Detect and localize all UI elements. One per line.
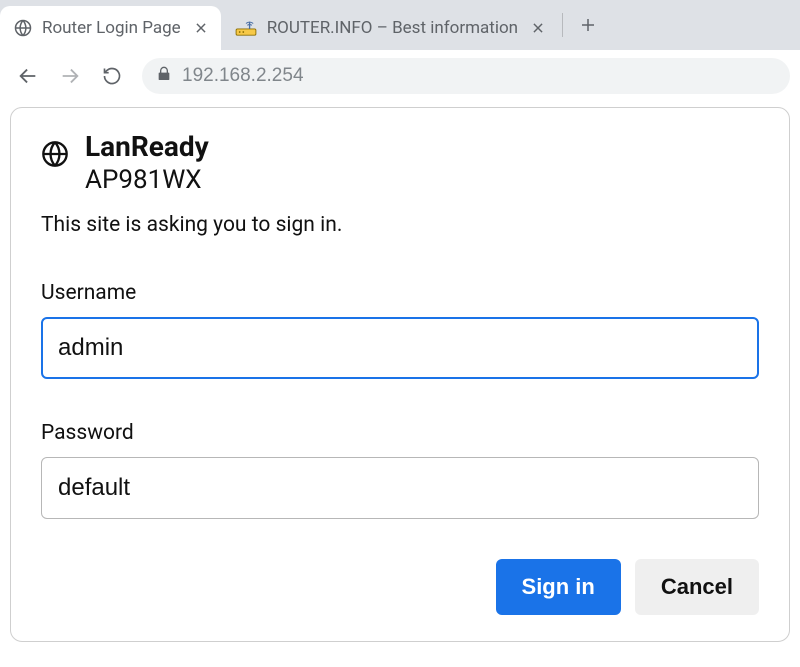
close-icon[interactable] bbox=[191, 18, 211, 38]
tab-title: ROUTER.INFO – Best information bbox=[267, 18, 518, 38]
password-input[interactable] bbox=[41, 457, 759, 519]
new-tab-button[interactable] bbox=[573, 10, 603, 40]
globe-icon bbox=[41, 140, 69, 172]
signin-button[interactable]: Sign in bbox=[496, 559, 621, 615]
tab-title: Router Login Page bbox=[42, 18, 181, 38]
dialog-header: LanReady AP981WX bbox=[41, 132, 759, 195]
back-button[interactable] bbox=[10, 58, 46, 94]
nav-bar bbox=[0, 50, 800, 102]
router-favicon-icon bbox=[235, 19, 257, 37]
tab-router-login[interactable]: Router Login Page bbox=[0, 6, 221, 50]
site-model: AP981WX bbox=[85, 165, 209, 195]
tab-router-info[interactable]: ROUTER.INFO – Best information bbox=[221, 6, 558, 50]
username-group: Username bbox=[41, 281, 759, 379]
dialog-buttons: Sign in Cancel bbox=[41, 559, 759, 615]
auth-dialog: LanReady AP981WX This site is asking you… bbox=[10, 107, 790, 642]
lock-icon bbox=[156, 66, 172, 86]
cancel-button[interactable]: Cancel bbox=[635, 559, 759, 615]
username-input[interactable] bbox=[41, 317, 759, 379]
globe-favicon-icon bbox=[14, 19, 32, 37]
close-icon[interactable] bbox=[528, 18, 548, 38]
signin-prompt: This site is asking you to sign in. bbox=[41, 213, 759, 237]
password-label: Password bbox=[41, 421, 759, 445]
address-bar[interactable] bbox=[142, 58, 790, 94]
site-brand: LanReady bbox=[85, 132, 209, 163]
username-label: Username bbox=[41, 281, 759, 305]
forward-button[interactable] bbox=[52, 58, 88, 94]
reload-button[interactable] bbox=[94, 58, 130, 94]
url-input[interactable] bbox=[182, 65, 776, 87]
tab-bar: Router Login Page ROUTER.INFO – Best inf… bbox=[0, 0, 800, 50]
password-group: Password bbox=[41, 421, 759, 519]
tab-separator bbox=[562, 13, 563, 37]
